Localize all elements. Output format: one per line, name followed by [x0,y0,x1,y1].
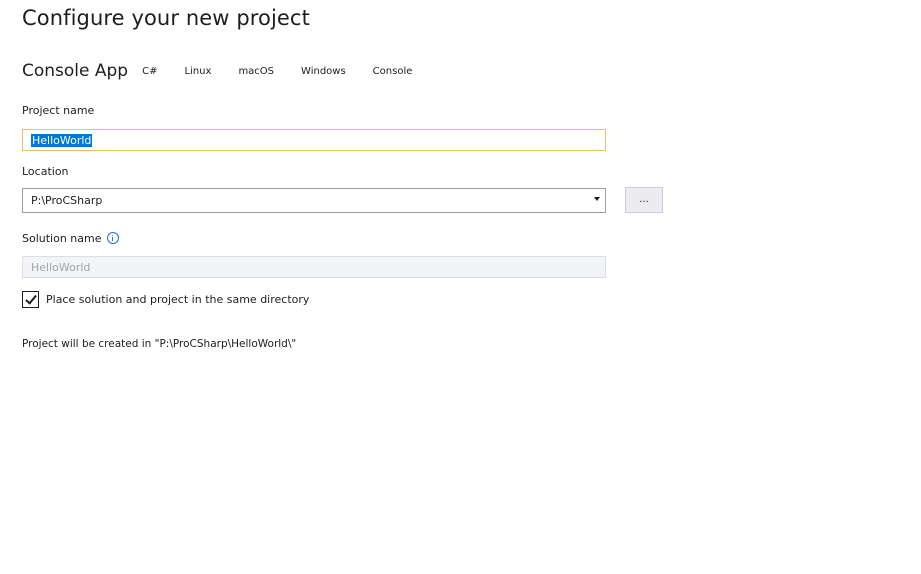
solution-name-label: Solution name [22,232,119,245]
browse-button[interactable]: ... [625,187,663,213]
same-directory-option[interactable]: Place solution and project in the same d… [22,291,309,308]
template-info: Console App C# Linux macOS Windows Conso… [22,61,412,81]
chevron-down-icon[interactable] [594,197,600,201]
location-value: P:\ProCSharp [31,194,103,207]
project-name-label: Project name [22,104,95,117]
project-name-input[interactable]: HelloWorld [22,129,606,151]
location-label: Location [22,165,69,178]
tag-linux: Linux [184,65,212,77]
template-name: Console App [22,61,129,81]
tag-csharp: C# [142,65,158,77]
same-directory-checkbox[interactable] [22,291,39,308]
page-title: Configure your new project [22,6,310,30]
project-name-value: HelloWorld [31,133,93,147]
tag-windows: Windows [301,65,346,77]
info-icon[interactable] [106,232,119,244]
solution-name-label-text: Solution name [22,232,102,245]
same-directory-label[interactable]: Place solution and project in the same d… [46,293,309,306]
tag-console: Console [372,65,413,77]
location-combobox[interactable]: P:\ProCSharp [22,188,606,213]
tag-macos: macOS [238,65,275,77]
solution-name-placeholder: HelloWorld [31,260,91,274]
solution-name-input: HelloWorld [22,256,606,278]
project-created-path: Project will be created in "P:\ProCSharp… [22,338,297,350]
